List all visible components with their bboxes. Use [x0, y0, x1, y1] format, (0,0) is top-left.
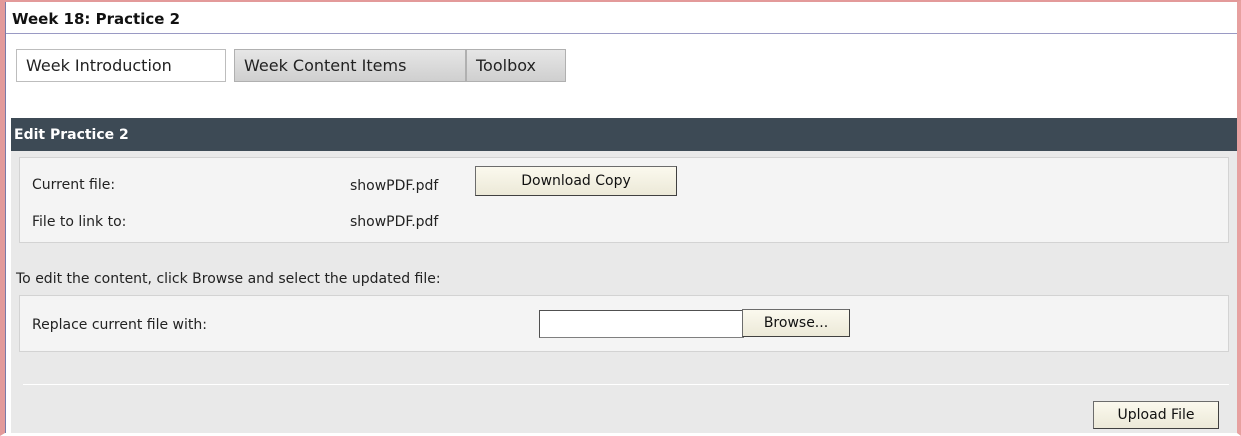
link-file-label: File to link to: — [32, 214, 127, 230]
link-file-value: showPDF.pdf — [350, 214, 439, 230]
upload-file-button[interactable]: Upload File — [1093, 401, 1219, 429]
download-copy-button[interactable]: Download Copy — [475, 166, 677, 196]
page-title: Week 18: Practice 2 — [12, 10, 181, 28]
tab-week-introduction[interactable]: Week Introduction — [16, 49, 226, 82]
browse-button[interactable]: Browse... — [742, 309, 850, 337]
current-file-value: showPDF.pdf — [350, 178, 439, 194]
replace-file-box: Replace current file with: Browse... — [19, 295, 1229, 352]
tab-week-content-items[interactable]: Week Content Items — [234, 49, 466, 82]
content-area: Week 18: Practice 2 Week Introduction We… — [5, 2, 1237, 433]
window-frame: Week 18: Practice 2 Week Introduction We… — [0, 0, 1241, 436]
edit-panel: Current file: showPDF.pdf Download Copy … — [11, 151, 1237, 433]
edit-instruction: To edit the content, click Browse and se… — [16, 271, 441, 287]
file-info-box: Current file: showPDF.pdf Download Copy … — [19, 157, 1229, 243]
replace-file-input[interactable] — [539, 310, 744, 338]
current-file-label: Current file: — [32, 177, 116, 193]
section-divider — [23, 384, 1229, 385]
edit-section-header: Edit Practice 2 — [11, 118, 1237, 151]
tab-toolbox[interactable]: Toolbox — [466, 49, 566, 82]
replace-file-label: Replace current file with: — [32, 317, 207, 333]
title-divider — [6, 33, 1237, 34]
